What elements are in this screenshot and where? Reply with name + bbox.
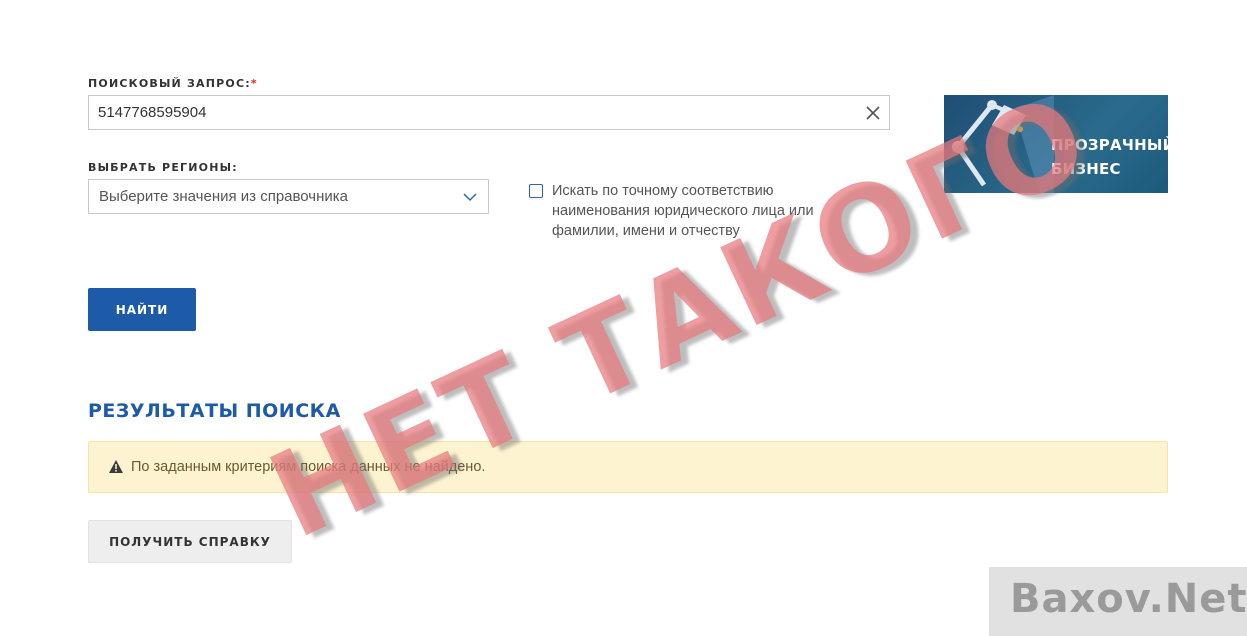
banner-text: ПРОЗРАЧНЫЙ БИЗНЕС [1051, 133, 1168, 181]
regions-placeholder: Выберите значения из справочника [99, 188, 349, 205]
search-field [88, 95, 890, 130]
regions-label: ВЫБРАТЬ РЕГИОНЫ: [88, 161, 238, 174]
results-title: РЕЗУЛЬТАТЫ ПОИСКА [88, 400, 341, 422]
clear-icon[interactable] [863, 103, 883, 123]
regions-select[interactable]: Выберите значения из справочника [88, 179, 489, 214]
lamp-icon [952, 95, 1054, 193]
transparent-business-banner[interactable]: ПРОЗРАЧНЫЙ БИЗНЕС [944, 95, 1168, 193]
no-results-alert: По заданным критериям поиска данных не н… [88, 441, 1168, 493]
exact-match-label: Искать по точному соответствию наименова… [552, 183, 814, 239]
find-button[interactable]: НАЙТИ [88, 288, 196, 331]
alert-message: По заданным критериям поиска данных не н… [131, 459, 486, 475]
exact-match-checkbox[interactable] [529, 184, 543, 198]
required-mark: * [250, 77, 258, 90]
warning-icon [109, 460, 123, 478]
search-input[interactable] [89, 96, 849, 129]
search-page: ПОИСКОВЫЙ ЗАПРОС:* ВЫБРАТЬ РЕГИОНЫ: Выбе… [0, 0, 1247, 636]
watermark-text: Baxov.Net [1010, 576, 1247, 622]
banner-line1: ПРОЗРАЧНЫЙ [1051, 136, 1168, 154]
chevron-down-icon [462, 190, 478, 209]
query-label: ПОИСКОВЫЙ ЗАПРОС:* [88, 77, 258, 90]
banner-line2: БИЗНЕС [1051, 160, 1121, 178]
get-certificate-button[interactable]: ПОЛУЧИТЬ СПРАВКУ [88, 520, 292, 563]
